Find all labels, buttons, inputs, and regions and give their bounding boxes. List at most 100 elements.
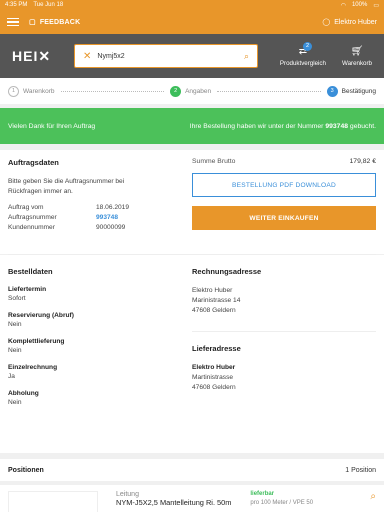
positions-count: 1 Position — [345, 466, 376, 474]
detail-field: Reservierung (Abruf) Nein — [8, 312, 192, 328]
detail-value: Nein — [8, 321, 22, 328]
success-banner: Vielen Dank für Ihren Auftrag Ihre Beste… — [0, 108, 384, 144]
positions-header: Positionen 1 Position — [0, 459, 384, 481]
status-date: Tue Jun 18 — [33, 2, 64, 8]
detail-label: Liefertermin — [8, 286, 47, 293]
logo-text: HEI — [12, 47, 39, 64]
step-label: Bestätigung — [341, 87, 376, 95]
order-date-row: Auftrag vom 18.06.2019 — [8, 203, 192, 213]
top-bar: ▢ FEEDBACK ◯ Elektro Huber — [0, 10, 384, 34]
detail-label: Einzelrechnung — [8, 364, 58, 371]
battery-icon: ▭ — [373, 2, 379, 9]
success-message: Vielen Dank für Ihren Auftrag — [8, 122, 96, 130]
step-label: Warenkorb — [23, 87, 55, 95]
product-row[interactable]: Leitung NYM-J5X2,5 Mantelleitung Ri. 50m… — [0, 485, 384, 512]
order-date-value: 18.06.2019 — [96, 203, 130, 211]
continue-shopping-button[interactable]: WEITER EINKAUFEN — [192, 206, 376, 230]
detail-label: Komplettlieferung — [8, 338, 65, 345]
delivery-address: Elektro Huber Martinistrasse 47608 Gelde… — [192, 363, 376, 394]
success-order-text: Ihre Bestellung haben wir unter der Numm… — [190, 123, 376, 130]
detail-value: Nein — [8, 347, 22, 354]
customer-number-value: 90000099 — [96, 224, 126, 232]
search-icon[interactable]: ⌕ — [244, 51, 249, 62]
detail-value: Nein — [8, 399, 22, 406]
step-label: Angaben — [185, 87, 212, 95]
status-time: 4:35 PM — [5, 2, 28, 8]
sum-label: Summe Brutto — [192, 158, 236, 165]
checkout-steps: 1 Warenkorb 2 Angaben 3 Bestätigung — [0, 78, 384, 104]
sum-row: Summe Brutto 179,82 € — [192, 158, 376, 165]
detail-value: Ja — [8, 373, 15, 380]
detail-field: Abholung Nein — [8, 390, 192, 406]
stock-status: lieferbar — [250, 491, 275, 497]
step-number: 2 — [170, 85, 182, 97]
detail-field: Liefertermin Sofort — [8, 286, 192, 302]
customer-number-label: Kundennummer — [8, 224, 55, 232]
battery-percent: 100% — [351, 2, 368, 8]
product-category: Leitung — [116, 491, 139, 498]
delivery-title: Lieferadresse — [192, 343, 241, 353]
pdf-download-button[interactable]: BESTELLUNG PDF DOWNLOAD — [192, 173, 376, 197]
logo-x-mark: ✕ — [38, 47, 52, 64]
search-input[interactable]: ✕ Nymj5x2 ⌕ — [74, 44, 258, 68]
billing-address: Elektro Huber Marinistrasse 14 47608 Gel… — [192, 286, 376, 317]
search-value: Nymj5x2 — [97, 52, 125, 60]
billing-street: Marinistrasse 14 — [192, 297, 241, 305]
feedback-label: FEEDBACK — [39, 18, 81, 26]
cart-label: Warenkorb — [341, 59, 372, 67]
order-date-label: Auftrag vom — [8, 203, 44, 211]
clear-icon[interactable]: ✕ — [83, 51, 91, 62]
zoom-icon[interactable]: ⌕ — [370, 491, 376, 512]
product-unit: pro 100 Meter / VPE 50 — [250, 500, 314, 506]
detail-label: Reservierung (Abruf) — [8, 312, 74, 319]
step-details[interactable]: 2 Angaben — [170, 85, 212, 97]
delivery-street: Martinistrasse — [192, 373, 234, 381]
step-number: 3 — [326, 85, 338, 97]
detail-field: Komplettlieferung Nein — [8, 338, 192, 354]
step-confirmation: 3 Bestätigung — [326, 85, 376, 97]
customer-number-row: Kundennummer 90000099 — [8, 223, 192, 233]
step-number: 1 — [8, 85, 19, 97]
menu-icon[interactable] — [7, 17, 19, 27]
logo[interactable]: HEI✕ — [12, 48, 74, 65]
compare-button[interactable]: 2 ⇄ Produktvergleich — [279, 41, 326, 67]
user-icon: ◯ — [322, 19, 331, 26]
detail-field: Einzelrechnung Ja — [8, 364, 192, 380]
order-number-link[interactable]: 993748 — [96, 213, 118, 223]
success-prefix: Ihre Bestellung haben wir unter der Numm… — [189, 122, 324, 130]
step-divider — [60, 90, 165, 92]
billing-city: 47608 Geldern — [192, 307, 236, 315]
status-bar: 4:35 PM Tue Jun 18 ◠ 100% ▭ — [0, 0, 384, 10]
cart-button[interactable]: 🛒︎ Warenkorb — [342, 46, 372, 67]
step-divider — [217, 90, 321, 92]
product-name[interactable]: NYM-J5X2,5 Mantelleitung Ri. 50m — [116, 498, 250, 509]
address-divider — [192, 330, 376, 332]
success-order-number: 993748 — [325, 122, 349, 130]
chat-icon: ▢ — [29, 19, 36, 26]
order-number-row: Auftragsnummer 993748 — [8, 213, 192, 223]
product-image[interactable] — [8, 491, 98, 512]
billing-name: Elektro Huber — [192, 287, 233, 294]
order-summary-card: Auftragsdaten Bitte geben Sie die Auftra… — [0, 150, 384, 254]
header: HEI✕ ✕ Nymj5x2 ⌕ 2 ⇄ Produktvergleich 🛒︎… — [0, 34, 384, 78]
order-details-card: Bestelldaten Liefertermin Sofort Reservi… — [0, 255, 384, 453]
step-cart[interactable]: 1 Warenkorb — [8, 85, 55, 97]
compare-badge: 2 — [302, 41, 312, 51]
billing-title: Rechnungsadresse — [192, 267, 262, 276]
delivery-name: Elektro Huber — [192, 363, 236, 371]
order-instruction: Bitte geben Sie die Auftragsnummer bei R… — [8, 178, 125, 195]
wifi-icon: ◠ — [340, 2, 346, 9]
order-title: Auftragsdaten — [8, 158, 59, 167]
compare-label: Produktvergleich — [279, 59, 326, 67]
detail-label: Abholung — [8, 390, 39, 397]
detail-value: Sofort — [8, 295, 26, 302]
user-name: Elektro Huber — [334, 18, 377, 26]
cart-icon: 🛒︎ — [350, 45, 364, 57]
feedback-button[interactable]: ▢ FEEDBACK — [29, 18, 81, 27]
order-number-label: Auftragsnummer — [8, 214, 57, 221]
user-menu[interactable]: ◯ Elektro Huber — [322, 18, 377, 27]
delivery-city: 47608 Geldern — [192, 384, 236, 392]
sum-value: 179,82 € — [349, 158, 376, 165]
success-suffix: gebucht. — [349, 122, 376, 130]
details-title: Bestelldaten — [8, 267, 53, 276]
